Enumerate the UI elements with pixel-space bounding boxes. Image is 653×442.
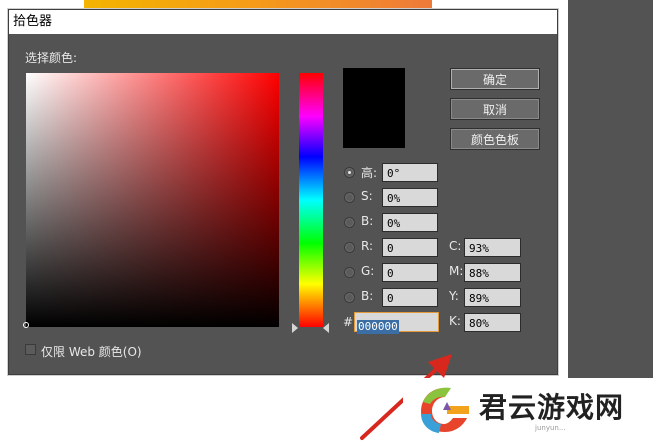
label-magenta: M: <box>449 264 464 278</box>
input-cyan[interactable]: 93% <box>464 238 521 257</box>
background-panel <box>568 0 653 439</box>
color-libraries-button[interactable]: 颜色色板 <box>450 128 540 150</box>
watermark-subtext: junyun... <box>535 424 566 432</box>
hue-slider[interactable] <box>299 73 323 327</box>
dialog-title: 拾色器 <box>9 10 557 34</box>
hue-slider-arrow-left[interactable] <box>292 323 298 333</box>
cancel-button[interactable]: 取消 <box>450 98 540 120</box>
ok-button[interactable]: 确定 <box>450 68 540 90</box>
input-brightness[interactable]: 0% <box>382 213 438 232</box>
radio-brightness[interactable] <box>344 217 355 228</box>
hex-hash-label: # <box>343 315 354 329</box>
watermark-logo-icon <box>421 387 469 433</box>
watermark-text: 君云游戏网 <box>479 391 625 424</box>
radio-red[interactable] <box>344 242 355 253</box>
watermark: 君云游戏网 junyun... <box>403 378 653 439</box>
color-picker-dialog: 拾色器 选择颜色: 确定 取消 颜色色板 高: 0° S: 0% B: 0% R… <box>8 9 558 375</box>
select-color-label: 选择颜色: <box>25 51 78 65</box>
label-green: G: <box>361 264 375 278</box>
label-brightness: B: <box>361 214 374 228</box>
input-key[interactable]: 80% <box>464 313 521 332</box>
radio-saturation[interactable] <box>344 192 355 203</box>
input-hue[interactable]: 0° <box>382 163 438 182</box>
input-yellow[interactable]: 89% <box>464 288 521 307</box>
label-hue: 高: <box>361 166 378 180</box>
background-gradient-strip <box>84 0 432 9</box>
input-magenta[interactable]: 88% <box>464 263 521 282</box>
label-key: K: <box>449 314 461 328</box>
hex-value-selected: 000000 <box>357 320 399 334</box>
radio-green[interactable] <box>344 267 355 278</box>
color-marker[interactable] <box>23 322 29 328</box>
input-green[interactable]: 0 <box>382 263 438 282</box>
radio-blue[interactable] <box>344 292 355 303</box>
label-blue: B: <box>361 289 374 303</box>
input-blue[interactable]: 0 <box>382 288 438 307</box>
label-cyan: C: <box>449 239 462 253</box>
current-color-swatch <box>343 68 405 148</box>
web-only-checkbox[interactable] <box>25 344 36 355</box>
web-only-label: 仅限 Web 颜色(O) <box>41 345 142 359</box>
label-red: R: <box>361 239 374 253</box>
label-yellow: Y: <box>449 289 459 303</box>
hex-input[interactable]: 000000 <box>354 312 439 334</box>
radio-hue[interactable] <box>344 167 355 178</box>
hue-slider-arrow-right[interactable] <box>323 323 329 333</box>
saturation-brightness-field[interactable] <box>23 73 279 328</box>
label-saturation: S: <box>361 189 373 203</box>
input-saturation[interactable]: 0% <box>382 188 438 207</box>
input-red[interactable]: 0 <box>382 238 438 257</box>
